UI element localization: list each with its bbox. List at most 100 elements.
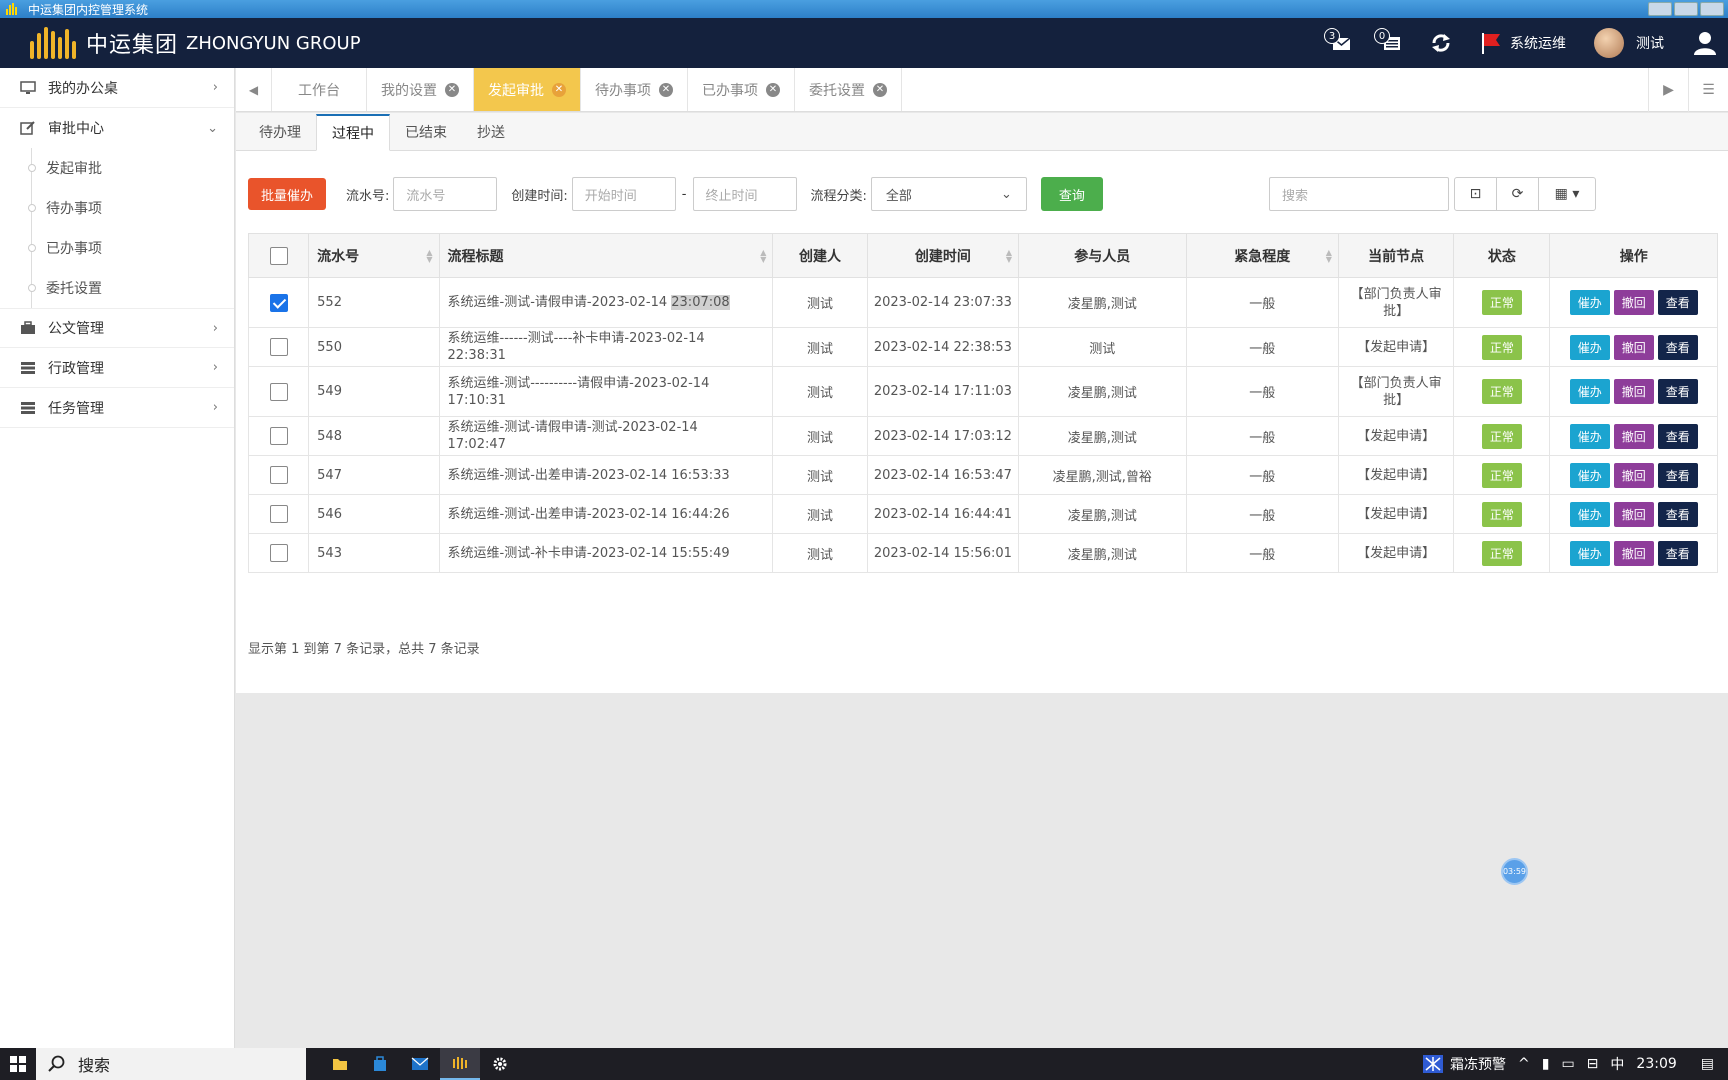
microphone-icon[interactable]: ▮	[1542, 1056, 1550, 1072]
withdraw-button[interactable]: 撤回	[1613, 540, 1654, 566]
batch-urge-button[interactable]: 批量催办	[248, 178, 327, 210]
withdraw-button[interactable]: 撤回	[1613, 501, 1654, 527]
tab-todo[interactable]: 待办事项 ✕	[581, 68, 688, 111]
search-input[interactable]: 搜索	[1269, 177, 1449, 211]
urge-button[interactable]: 催办	[1569, 379, 1610, 404]
ime-indicator[interactable]: 中	[1610, 1054, 1624, 1074]
sidebar-item-tasks[interactable]: 任务管理 ›	[0, 388, 234, 428]
tabs-scroll-left-button[interactable]: ◀	[236, 68, 272, 111]
refresh-table-icon[interactable]: ⟳	[1497, 178, 1539, 210]
tab-in-progress[interactable]: 过程中	[316, 114, 390, 151]
battery-icon[interactable]: ▭	[1561, 1056, 1574, 1072]
close-icon[interactable]: ✕	[873, 82, 887, 97]
sidebar-item-desk[interactable]: 我的办公桌 ›	[0, 68, 234, 108]
tab-delegate[interactable]: 委托设置 ✕	[795, 68, 902, 111]
row-checkbox[interactable]	[269, 382, 288, 401]
sidebar-sub-delegate[interactable]: 委托设置	[0, 268, 234, 308]
category-select[interactable]: 全部 ⌄	[870, 177, 1027, 211]
view-button[interactable]: 查看	[1657, 501, 1698, 527]
serial-input[interactable]: 流水号	[393, 177, 498, 211]
withdraw-button[interactable]: 撤回	[1613, 423, 1654, 449]
tray-expand-icon[interactable]: ^	[1518, 1056, 1530, 1072]
view-button[interactable]: 查看	[1657, 334, 1698, 360]
withdraw-button[interactable]: 撤回	[1613, 290, 1654, 315]
table-row[interactable]: 548 系统运维-测试-请假申请-测试-2023-02-14 17:02:47 测试…	[247, 416, 1718, 456]
table-row[interactable]: 549 系统运维-测试----------请假申请-2023-02-14 17:1…	[247, 366, 1718, 417]
todo-button[interactable]: 0	[1374, 28, 1402, 52]
weather-alert-icon[interactable]	[1422, 1054, 1444, 1074]
view-button[interactable]: 查看	[1657, 379, 1698, 404]
notifications-icon[interactable]: ▤	[1701, 1056, 1714, 1072]
floating-timer-button[interactable]: 03:59	[1501, 858, 1528, 885]
sidebar-sub-start-approval[interactable]: 发起审批	[0, 148, 234, 188]
col-serial[interactable]: 流水号 ▲ ▼	[308, 233, 440, 278]
row-checkbox[interactable]	[269, 427, 288, 445]
row-checkbox[interactable]	[269, 544, 288, 562]
taskbar-search[interactable]: 搜索	[36, 1048, 306, 1080]
urge-button[interactable]: 催办	[1569, 501, 1610, 527]
close-icon[interactable]: ✕	[659, 82, 673, 97]
tab-start-approval[interactable]: 发起审批 ✕	[474, 68, 581, 111]
refresh-button[interactable]	[1430, 32, 1452, 54]
start-time-input[interactable]: 开始时间	[571, 177, 676, 211]
view-button[interactable]: 查看	[1657, 290, 1698, 315]
tab-done[interactable]: 已办事项 ✕	[688, 68, 795, 111]
tabs-menu-icon[interactable]: ☰	[1688, 68, 1728, 112]
profile-button[interactable]	[1692, 30, 1718, 56]
close-icon[interactable]: ✕	[445, 82, 459, 97]
tab-workbench[interactable]: 工作台	[272, 68, 367, 111]
settings-icon[interactable]	[480, 1048, 520, 1080]
tab-my-settings[interactable]: 我的设置 ✕	[367, 68, 474, 111]
user-menu[interactable]: 测试	[1594, 28, 1664, 58]
table-row[interactable]: 547 系统运维-测试-出差申请-2023-02-14 16:53:33 测试 202…	[247, 455, 1718, 495]
toggle-view-icon[interactable]: ⊡	[1455, 178, 1497, 210]
table-row[interactable]: 552 系统运维-测试-请假申请-2023-02-14 23:07:08 测试 202…	[247, 277, 1718, 328]
row-checkbox[interactable]	[269, 466, 288, 484]
row-checkbox[interactable]	[269, 293, 288, 312]
minimize-button[interactable]	[1648, 2, 1672, 16]
role-switch[interactable]: 系统运维	[1480, 31, 1566, 55]
col-urgency[interactable]: 紧急程度 ▲ ▼	[1185, 233, 1339, 278]
select-all-checkbox[interactable]	[269, 246, 288, 265]
urge-button[interactable]: 催办	[1569, 290, 1610, 315]
app-taskbar-icon[interactable]	[440, 1048, 480, 1080]
tabs-scroll-right-button[interactable]: ▶	[1648, 68, 1688, 112]
urge-button[interactable]: 催办	[1569, 423, 1610, 449]
view-button[interactable]: 查看	[1657, 423, 1698, 449]
network-icon[interactable]: ⊟	[1587, 1056, 1599, 1072]
close-icon[interactable]: ✕	[766, 82, 780, 97]
end-time-input[interactable]: 终止时间	[692, 177, 797, 211]
table-row[interactable]: 546 系统运维-测试-出差申请-2023-02-14 16:44:26 测试 202…	[247, 494, 1718, 534]
row-checkbox[interactable]	[269, 505, 288, 523]
start-button[interactable]	[0, 1048, 36, 1080]
messages-button[interactable]: 3	[1324, 28, 1352, 52]
store-icon[interactable]	[360, 1048, 400, 1080]
col-created-time[interactable]: 创建时间 ▲ ▼	[866, 233, 1020, 278]
withdraw-button[interactable]: 撤回	[1613, 379, 1654, 404]
clock[interactable]: 23:09	[1636, 1056, 1676, 1072]
close-window-button[interactable]	[1700, 2, 1724, 16]
sidebar-sub-todo[interactable]: 待办事项	[0, 188, 234, 228]
view-button[interactable]: 查看	[1657, 462, 1698, 488]
file-explorer-icon[interactable]	[320, 1048, 360, 1080]
sidebar-item-approval[interactable]: 审批中心 ⌄	[0, 108, 234, 148]
tab-finished[interactable]: 已结束	[390, 113, 462, 150]
tab-cc[interactable]: 抄送	[462, 113, 520, 150]
columns-icon[interactable]: ▦ ▾	[1539, 178, 1595, 210]
view-button[interactable]: 查看	[1657, 540, 1698, 566]
sidebar-item-admin[interactable]: 行政管理 ›	[0, 348, 234, 388]
row-checkbox[interactable]	[269, 338, 288, 356]
urge-button[interactable]: 催办	[1569, 462, 1610, 488]
sidebar-sub-done[interactable]: 已办事项	[0, 228, 234, 268]
weather-alert-label[interactable]: 霜冻预警	[1450, 1054, 1506, 1074]
maximize-button[interactable]	[1674, 2, 1698, 16]
withdraw-button[interactable]: 撤回	[1613, 462, 1654, 488]
col-title[interactable]: 流程标题 ▲ ▼	[438, 233, 774, 278]
table-row[interactable]: 550 系统运维------测试----补卡申请-2023-02-14 22:38…	[247, 327, 1718, 367]
withdraw-button[interactable]: 撤回	[1613, 334, 1654, 360]
sidebar-item-documents[interactable]: 公文管理 ›	[0, 308, 234, 348]
close-icon[interactable]: ✕	[552, 82, 566, 97]
mail-icon[interactable]	[400, 1048, 440, 1080]
urge-button[interactable]: 催办	[1569, 334, 1610, 360]
query-button[interactable]: 查询	[1040, 177, 1103, 211]
